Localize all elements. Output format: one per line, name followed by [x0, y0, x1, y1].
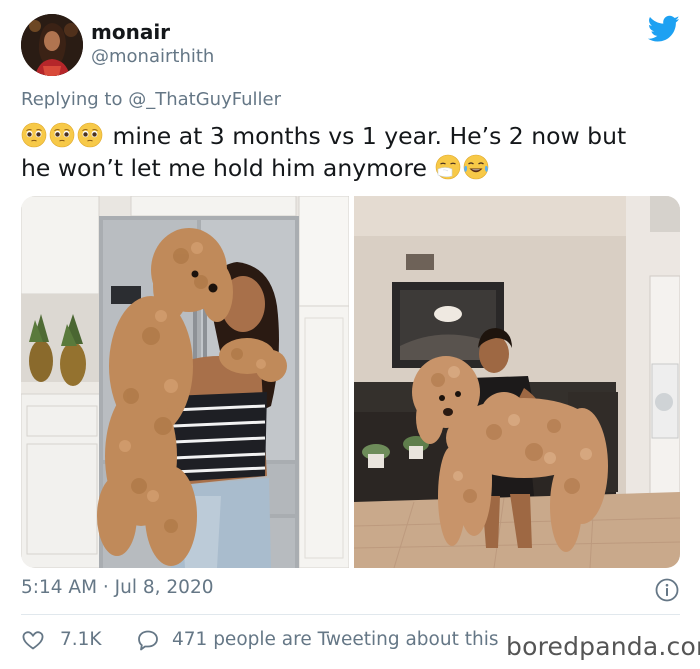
footer-divider [21, 614, 680, 615]
replying-prefix: Replying to [21, 89, 123, 110]
pleading-face-emoji-1 [21, 122, 47, 148]
pleading-face-emoji-2 [49, 122, 75, 148]
tears-of-joy-emoji [463, 154, 488, 180]
watermark: boredpanda.com [506, 632, 700, 661]
pleading-face-emoji-3 [77, 122, 103, 148]
tweet-timestamp[interactable]: 5:14 AM · Jul 8, 2020 [21, 577, 214, 598]
tweet-text-line-1: mine at 3 months vs 1 year. He’s 2 now b… [112, 122, 627, 150]
tweeting-about-this-link[interactable]: 471 people are Tweeting about this [172, 629, 498, 650]
tweet-text-line-2: he won’t let me hold him anymore [21, 154, 428, 182]
info-icon[interactable] [655, 578, 679, 602]
tweet-card: monair @monairthith Replying to @_ThatGu… [0, 0, 700, 669]
display-name[interactable]: monair [91, 20, 170, 44]
heart-icon[interactable] [21, 628, 45, 652]
replying-to: Replying to @_ThatGuyFuller [21, 89, 281, 110]
like-count[interactable]: 7.1K [60, 629, 102, 650]
avatar[interactable] [21, 14, 83, 76]
speech-bubble-icon[interactable] [136, 628, 160, 652]
tweet-photo-grown-dog[interactable] [354, 196, 680, 568]
tweet-body: mine at 3 months vs 1 year. He’s 2 now b… [21, 120, 681, 184]
twitter-bird-icon[interactable] [648, 15, 680, 43]
sneezing-face-emoji [435, 154, 460, 180]
tweet-photo-puppy[interactable] [21, 196, 349, 568]
user-handle[interactable]: @monairthith [91, 46, 214, 67]
replying-mention-link[interactable]: @_ThatGuyFuller [128, 89, 281, 110]
